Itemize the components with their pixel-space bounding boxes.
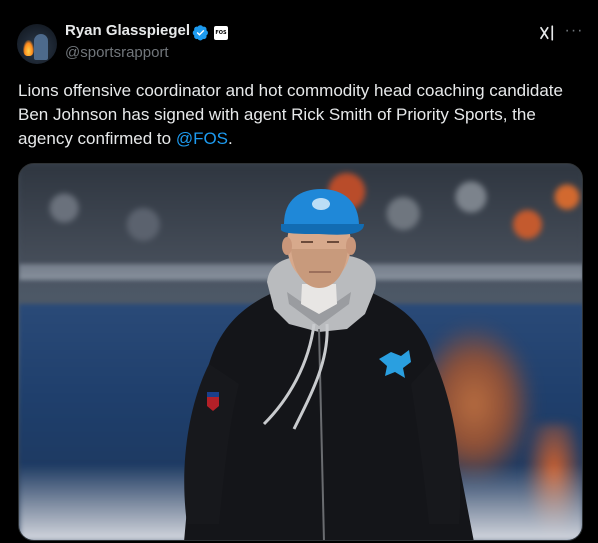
author-display-name[interactable]: Ryan Glasspiegel [65,22,190,39]
photo-coach-figure [184,189,474,540]
affiliate-badge[interactable]: FOS [214,26,228,40]
author-handle[interactable]: @sportsrapport [65,44,169,61]
tweet-text-end: . [228,129,233,148]
tweet-photo[interactable] [18,163,583,541]
tweet-text: Lions offensive coordinator and hot comm… [18,79,584,151]
tweet-text-body: Lions offensive coordinator and hot comm… [18,81,563,148]
grok-icon[interactable] [538,24,556,42]
verified-badge-icon[interactable] [192,24,209,41]
avatar-person [34,34,48,60]
avatar-flame [23,40,34,56]
more-options-button[interactable]: ··· [563,22,585,42]
avatar[interactable] [17,24,57,64]
mention-link[interactable]: @FOS [176,129,228,148]
tweet[interactable]: Ryan Glasspiegel FOS @sportsrapport ··· … [0,0,598,543]
